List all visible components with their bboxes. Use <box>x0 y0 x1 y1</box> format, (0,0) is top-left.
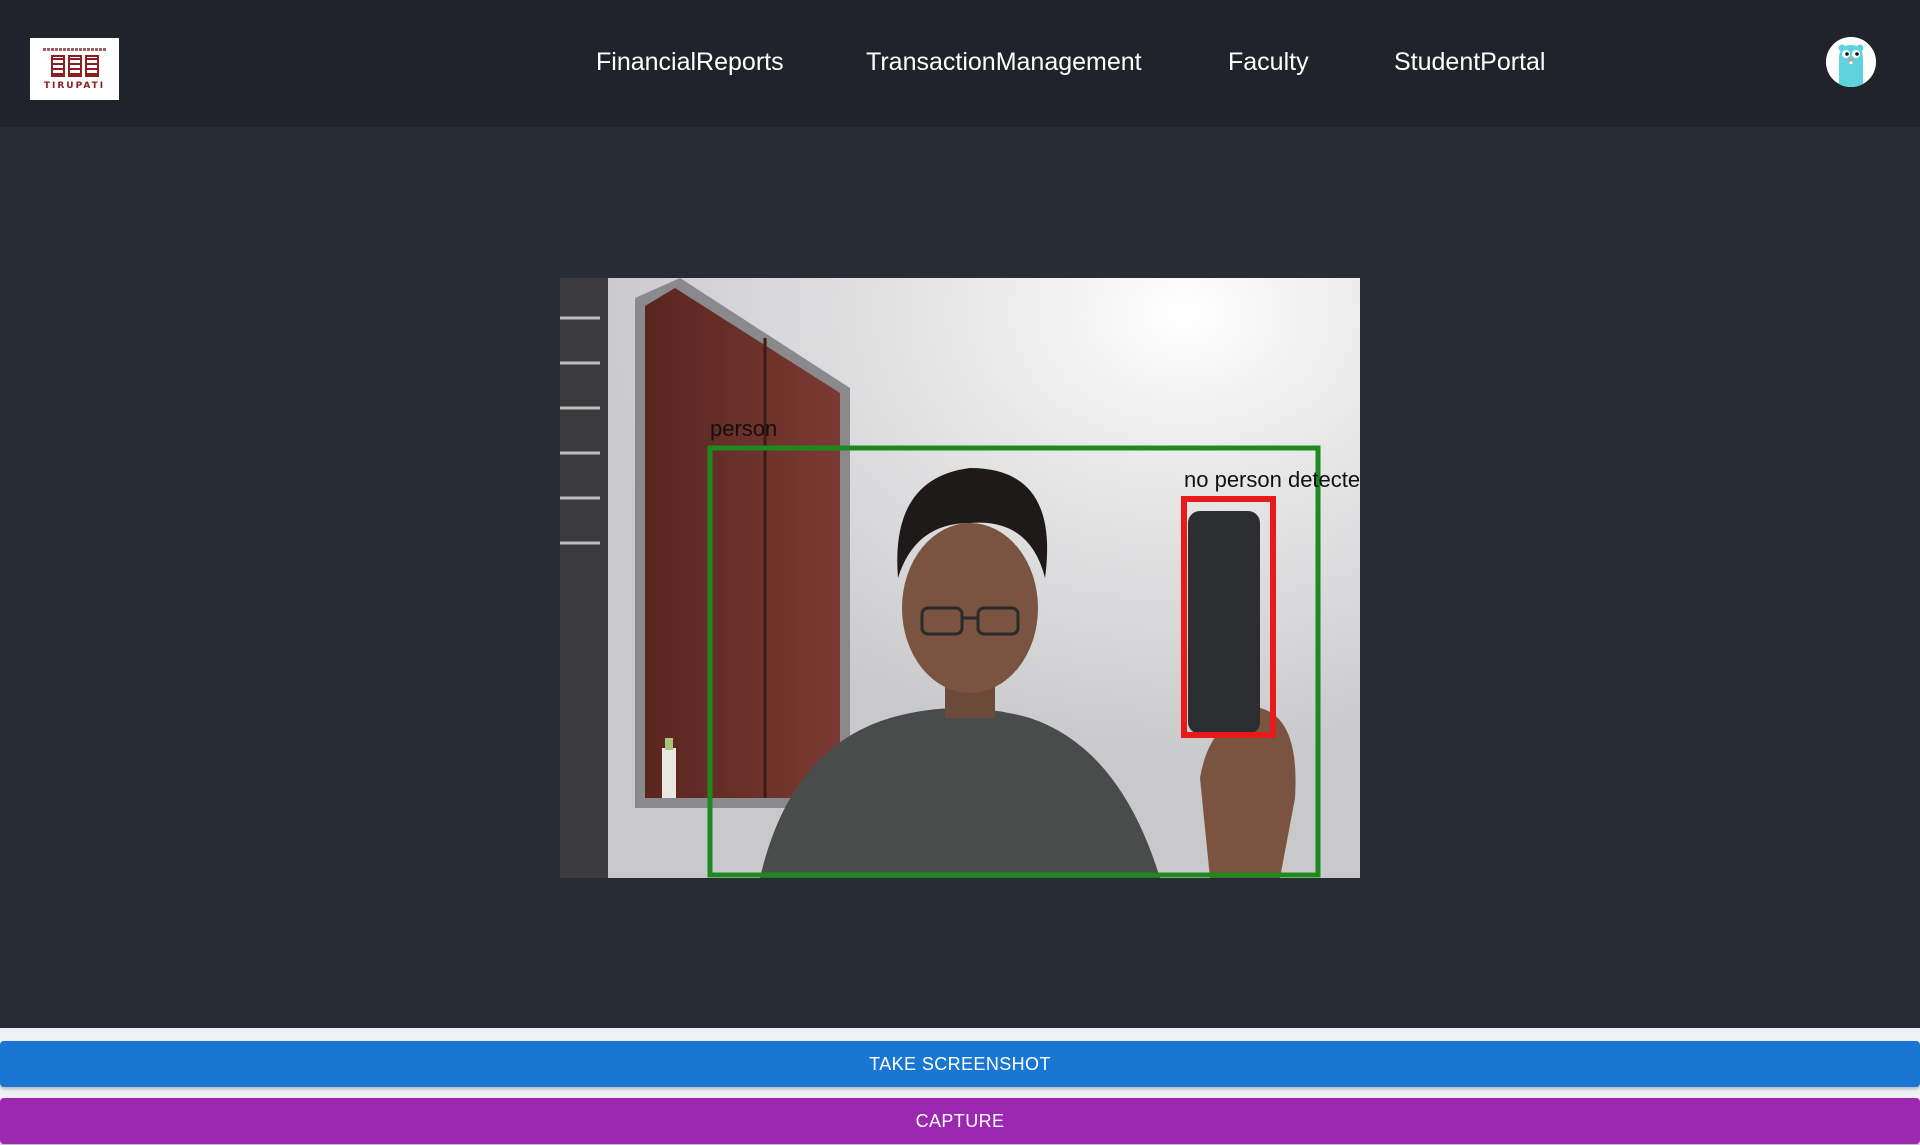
camera-feed: person no person detecte <box>560 278 1360 878</box>
top-navbar: TIRUPATI FinancialReports TransactionMan… <box>0 0 1920 127</box>
nav-link-transaction-management[interactable]: TransactionManagement <box>866 48 1142 77</box>
capture-button[interactable]: CAPTURE <box>0 1098 1920 1144</box>
detection-label-person: person <box>710 416 778 441</box>
logo-tagline-decoration <box>42 47 107 51</box>
nav-link-student-portal[interactable]: StudentPortal <box>1394 48 1546 77</box>
webcam-frame <box>560 278 1360 878</box>
user-avatar[interactable] <box>1826 37 1876 87</box>
institute-logo[interactable]: TIRUPATI <box>30 38 119 100</box>
detection-label-no-person: no person detecte <box>1184 467 1360 492</box>
logo-text: TIRUPATI <box>43 80 106 91</box>
logo-building-icon <box>50 54 99 77</box>
nav-link-financial-reports[interactable]: FinancialReports <box>596 48 784 77</box>
take-screenshot-button[interactable]: TAKE SCREENSHOT <box>0 1041 1920 1087</box>
gopher-avatar-icon <box>1826 37 1876 87</box>
nav-link-faculty[interactable]: Faculty <box>1228 48 1309 77</box>
nav-links: FinancialReports TransactionManagement F… <box>0 0 1920 127</box>
